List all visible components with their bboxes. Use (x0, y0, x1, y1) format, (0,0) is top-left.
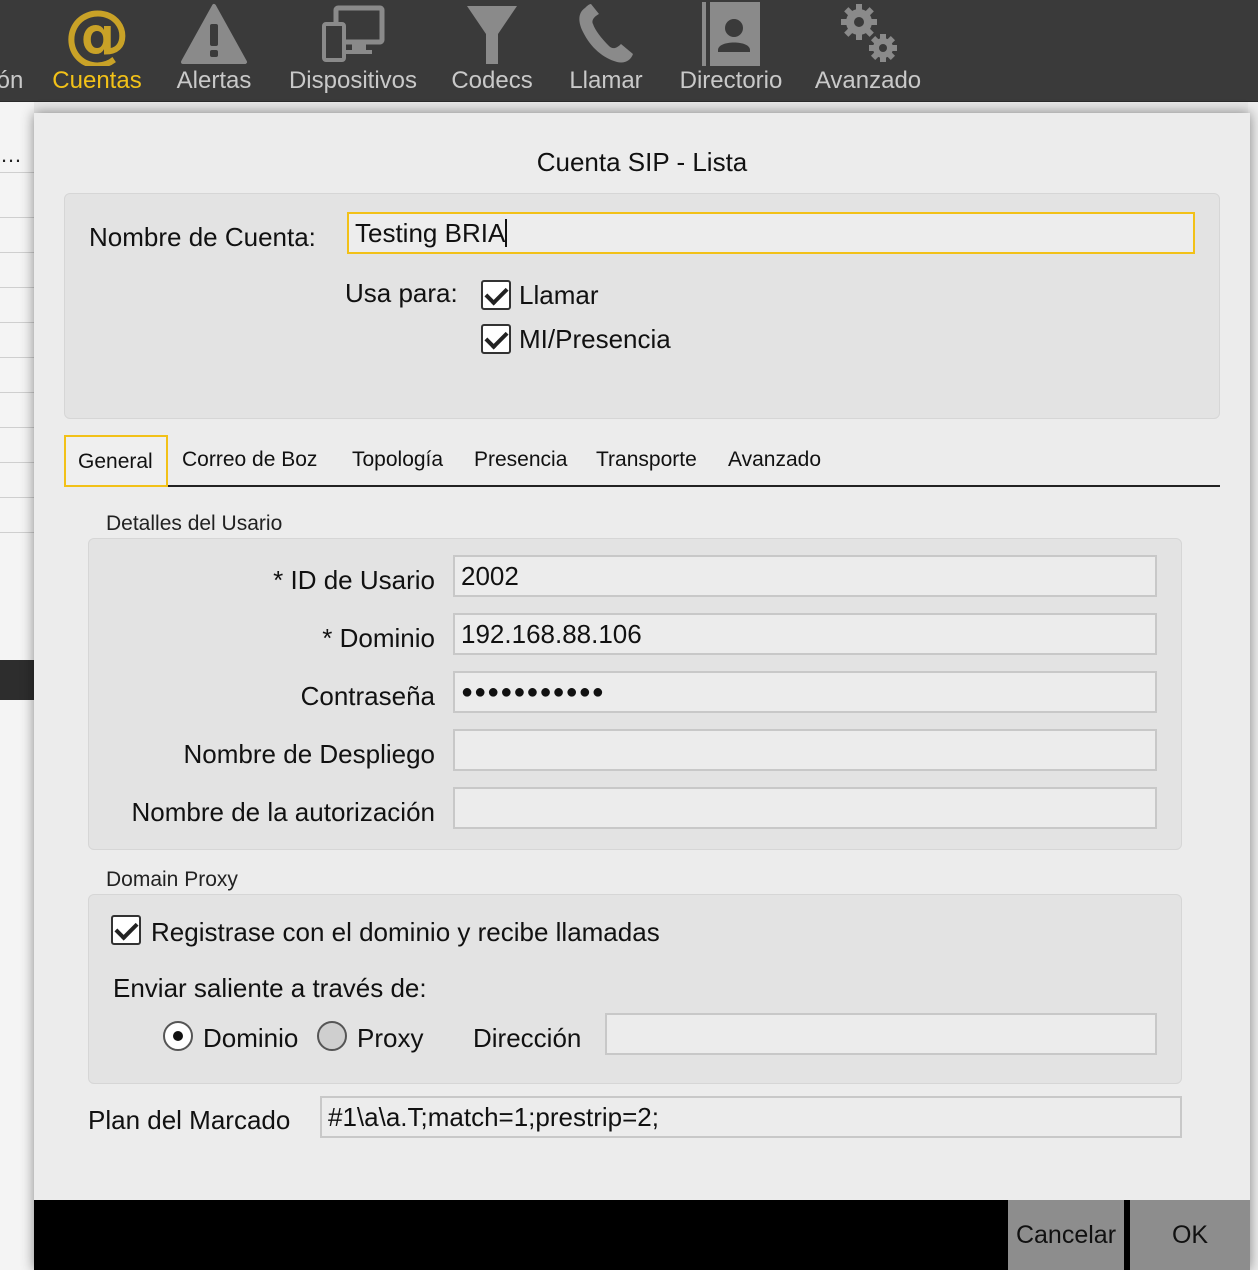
dialog-button-bar: Cancelar OK (34, 1200, 1250, 1270)
funnel-icon (467, 6, 517, 64)
domain-field[interactable]: 192.168.88.106 (453, 613, 1157, 655)
list-row (0, 497, 34, 498)
auth-name-label: Nombre de la autorización (131, 797, 436, 827)
toolbar-label: Cuentas (52, 67, 142, 94)
llamar-checkbox-label: Llamar (519, 280, 599, 310)
display-name-label: Nombre de Despliego (183, 739, 435, 769)
list-row (0, 532, 34, 533)
domain-label: * Dominio (322, 623, 435, 653)
presence-checkbox-label: MI/Presencia (519, 324, 671, 354)
toolbar-item-truncated[interactable]: ón (0, 0, 30, 102)
account-name-panel: Nombre de Cuenta: Testing BRIA Usa para:… (64, 193, 1220, 419)
tab-general[interactable]: General (64, 435, 168, 487)
user-details-title: Detalles del Usario (106, 512, 283, 535)
password-field[interactable]: ●●●●●●●●●●● (453, 671, 1157, 713)
toolbar-label: Avanzado (814, 67, 922, 94)
llamar-checkbox[interactable] (481, 280, 511, 310)
toolbar-label: Dispositivos (288, 67, 418, 94)
dial-plan-field[interactable]: #1\a\a.T;match=1;prestrip=2; (320, 1096, 1182, 1138)
svg-text:@: @ (64, 2, 130, 66)
toolbar-item-alertas[interactable]: Alertas (168, 0, 260, 102)
gears-icon (841, 4, 897, 62)
account-name-field[interactable]: Testing BRIA (347, 212, 1195, 254)
tab-voicemail[interactable]: Correo de Boz (170, 435, 329, 487)
address-field[interactable] (605, 1013, 1157, 1055)
proxy-radio-label: Proxy (357, 1023, 424, 1053)
send-outbound-label: Enviar saliente a través de: (113, 973, 427, 1003)
phone-icon (579, 4, 633, 63)
dial-plan-label: Plan del Marcado (88, 1105, 291, 1135)
at-sign-icon: @ (64, 2, 130, 66)
domain-radio[interactable] (163, 1021, 193, 1051)
sip-account-dialog: Cuenta SIP - Lista Nombre de Cuenta: Tes… (34, 113, 1250, 1270)
list-row (0, 462, 34, 463)
warning-icon (181, 4, 247, 64)
contact-book-icon (702, 2, 760, 66)
cancel-button[interactable]: Cancelar (1008, 1200, 1124, 1270)
domain-radio-label: Dominio (203, 1023, 299, 1053)
tab-advanced[interactable]: Avanzado (716, 435, 833, 487)
toolbar-label: Directorio (679, 67, 783, 94)
proxy-radio[interactable] (317, 1021, 347, 1051)
list-row (0, 392, 34, 393)
toolbar-label: Alertas (176, 67, 252, 94)
domain-proxy-panel: Registrase con el dominio y recibe llama… (88, 894, 1182, 1084)
main-toolbar: ón @ Cuentas Alertas Dispositivos Codecs (0, 0, 1258, 102)
tab-transport[interactable]: Transporte (584, 435, 709, 487)
domain-proxy-title: Domain Proxy (106, 868, 238, 891)
list-row (0, 427, 34, 428)
use-for-label: Usa para: (345, 278, 458, 308)
toolbar-item-cuentas[interactable]: @ Cuentas (46, 0, 148, 102)
register-domain-label: Registrase con el dominio y recibe llama… (151, 917, 660, 947)
background-left-text: … (0, 142, 22, 167)
password-label: Contraseña (300, 681, 435, 711)
list-row (0, 287, 34, 288)
toolbar-item-codecs[interactable]: Codecs (444, 0, 540, 102)
toolbar-item-avanzado[interactable]: Avanzado (808, 0, 928, 102)
register-domain-checkbox[interactable] (111, 915, 141, 945)
auth-name-field[interactable] (453, 787, 1157, 829)
list-row (0, 217, 34, 218)
list-row (0, 357, 34, 358)
toolbar-item-directorio[interactable]: Directorio (670, 0, 792, 102)
toolbar-item-dispositivos[interactable]: Dispositivos (280, 0, 426, 102)
account-name-value: Testing BRIA (355, 218, 506, 248)
display-name-field[interactable] (453, 729, 1157, 771)
list-row (0, 172, 34, 173)
account-name-label: Nombre de Cuenta: (89, 222, 316, 252)
account-tabs: General Correo de Boz Topología Presenci… (64, 435, 1220, 487)
list-row (0, 252, 34, 253)
tab-topology[interactable]: Topología (340, 435, 455, 487)
toolbar-label: Codecs (451, 67, 533, 94)
list-row (0, 322, 34, 323)
toolbar-item-llamar[interactable]: Llamar (560, 0, 652, 102)
user-id-label: * ID de Usario (273, 565, 435, 595)
toolbar-label: Llamar (569, 67, 643, 94)
presence-checkbox[interactable] (481, 324, 511, 354)
address-label: Dirección (473, 1023, 582, 1053)
user-details-panel: * ID de Usario 2002 * Dominio 192.168.88… (88, 538, 1182, 850)
text-cursor (505, 219, 508, 247)
dialog-title: Cuenta SIP - Lista (536, 147, 748, 177)
toolbar-label: ón (0, 67, 24, 94)
tab-presence[interactable]: Presencia (462, 435, 579, 487)
devices-icon (322, 5, 385, 62)
ok-button[interactable]: OK (1130, 1200, 1250, 1270)
user-id-field[interactable]: 2002 (453, 555, 1157, 597)
